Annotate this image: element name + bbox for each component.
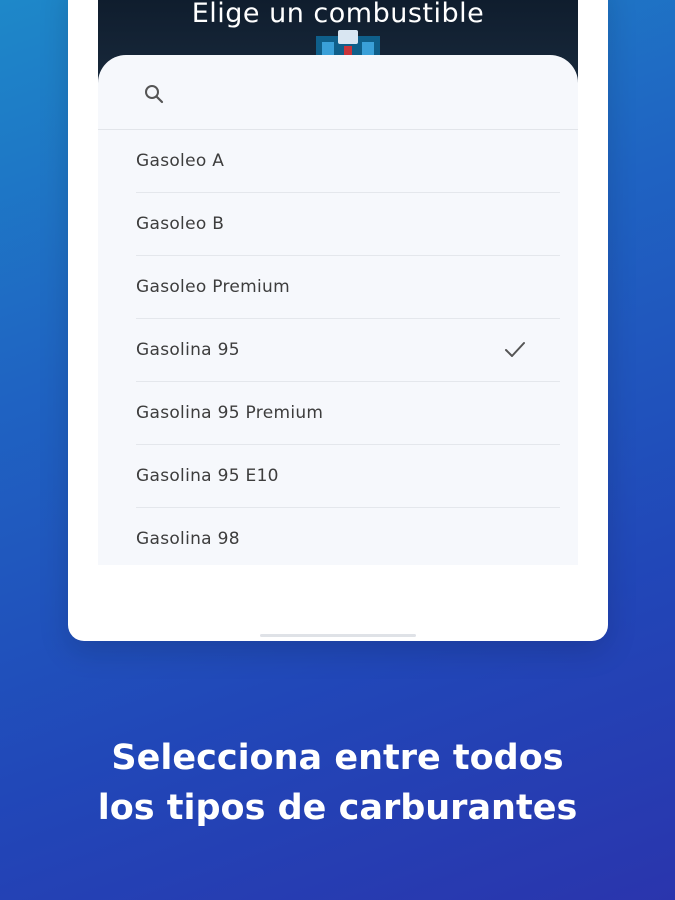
search-input[interactable] bbox=[182, 75, 546, 111]
caption-line-1: Selecciona entre todos bbox=[111, 738, 564, 778]
list-item[interactable]: Gasoleo A bbox=[136, 130, 560, 193]
fuel-label: Gasoleo Premium bbox=[136, 277, 290, 297]
list-item[interactable]: Gasoleo B bbox=[136, 193, 560, 256]
list-item[interactable]: Gasoleo Premium bbox=[136, 256, 560, 319]
fuel-label: Gasoleo A bbox=[136, 151, 225, 171]
fuel-label: Gasolina 95 bbox=[136, 340, 240, 360]
caption-line-2: los tipos de carburantes bbox=[97, 788, 578, 828]
promo-caption: Selecciona entre todos los tipos de carb… bbox=[0, 733, 675, 833]
fuel-picker-sheet: Gasoleo A Gasoleo B Gasoleo Premium Gaso… bbox=[98, 55, 578, 565]
check-icon bbox=[505, 342, 525, 357]
gas-station-illustration bbox=[316, 30, 380, 58]
list-item[interactable]: Gasolina 95 E10 bbox=[136, 445, 560, 508]
fuel-list: Gasoleo A Gasoleo B Gasoleo Premium Gaso… bbox=[98, 130, 578, 565]
search-icon[interactable] bbox=[142, 82, 166, 106]
fuel-label: Gasolina 98 bbox=[136, 529, 240, 549]
fuel-label: Gasolina 95 Premium bbox=[136, 403, 324, 423]
fuel-label: Gasoleo B bbox=[136, 214, 225, 234]
list-item-selected[interactable]: Gasolina 95 bbox=[136, 319, 560, 382]
list-item[interactable]: Gasolina 98 bbox=[136, 508, 560, 565]
search-bar bbox=[98, 55, 578, 130]
page-title: Elige un combustible bbox=[191, 0, 485, 29]
fuel-label: Gasolina 95 E10 bbox=[136, 466, 279, 486]
phone-screen: Elige un combustible Gasoleo A Gasoleo B… bbox=[68, 0, 608, 641]
list-item[interactable]: Gasolina 95 Premium bbox=[136, 382, 560, 445]
home-indicator bbox=[260, 634, 416, 637]
